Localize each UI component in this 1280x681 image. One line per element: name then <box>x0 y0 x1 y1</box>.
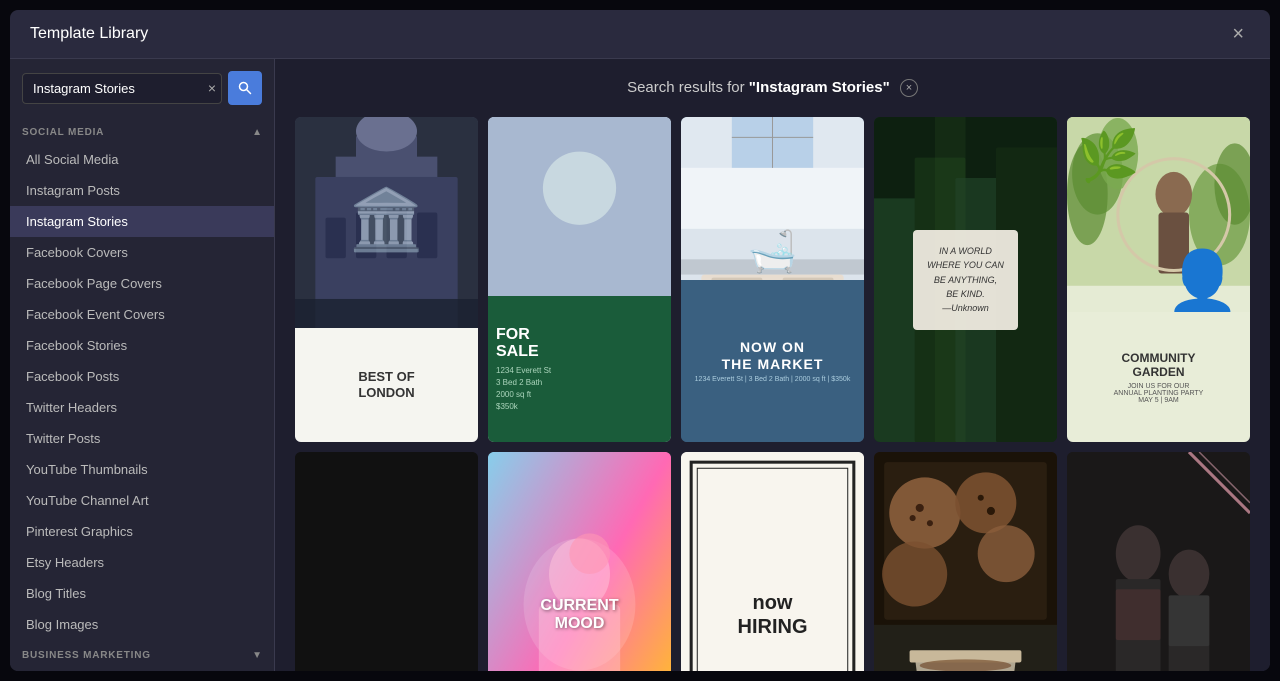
template-library-modal: Template Library × × <box>10 10 1270 671</box>
london-label: BEST OFLONDON <box>358 369 414 403</box>
nav-item-facebook-posts[interactable]: Facebook Posts <box>10 361 274 392</box>
nav-item-twitter-headers[interactable]: Twitter Headers <box>10 392 274 423</box>
social-media-label: SOCIAL MEDIA <box>22 127 104 138</box>
market-title: NOW ONTHE MARKET <box>722 339 824 373</box>
nav-item-blog-titles[interactable]: Blog Titles <box>10 578 274 609</box>
nav-item-youtube-thumbnails[interactable]: YouTube Thumbnails <box>10 454 274 485</box>
market-photo <box>681 117 864 280</box>
garden-title: COMMUNITYGARDEN <box>1075 351 1242 379</box>
search-clear-button[interactable]: × <box>208 81 216 95</box>
nav-item-instagram-posts[interactable]: Instagram Posts <box>10 175 274 206</box>
clear-search-results-button[interactable]: × <box>900 79 918 97</box>
template-card-london[interactable]: BEST OFLONDON <box>295 117 478 442</box>
garden-photo <box>1067 117 1250 312</box>
template-card-newalbum[interactable]: NEW ALBUM OUT NOW <box>295 452 478 671</box>
template-card-cookies[interactable] <box>874 452 1057 671</box>
main-content: Search results for "Instagram Stories" × <box>275 59 1270 671</box>
template-card-bekind[interactable]: IN A WORLDWHERE YOU CANBE ANYTHING,BE KI… <box>874 117 1057 442</box>
nav-item-pinterest-graphics[interactable]: Pinterest Graphics <box>10 516 274 547</box>
modal-header: Template Library × <box>10 10 1270 59</box>
close-button[interactable]: × <box>1226 22 1250 46</box>
business-marketing-label: BUSINESS MARKETING <box>22 650 151 661</box>
modal-body: × SOCIAL MEDIA ▲ All Social Media Ins <box>10 59 1270 671</box>
nav-item-etsy-headers[interactable]: Etsy Headers <box>10 547 274 578</box>
nav-item-facebook-stories[interactable]: Facebook Stories <box>10 330 274 361</box>
nav-item-youtube-channel-art[interactable]: YouTube Channel Art <box>10 485 274 516</box>
mood-label: CURRENTMOOD <box>540 597 618 633</box>
forsale-details: 1234 Everett St3 Bed 2 Bath2000 sq ft$35… <box>496 365 663 413</box>
business-marketing-section-header[interactable]: BUSINESS MARKETING ▼ <box>10 640 274 667</box>
search-icon <box>238 81 252 95</box>
mood-text: CURRENTMOOD <box>528 585 630 645</box>
template-grid: BEST OFLONDON <box>295 117 1250 671</box>
nav-item-facebook-page-covers[interactable]: Facebook Page Covers <box>10 268 274 299</box>
template-card-market[interactable]: NOW ONTHE MARKET 1234 Everett St | 3 Bed… <box>681 117 864 442</box>
modal-overlay: Template Library × × <box>0 0 1280 681</box>
hiring-text-container: nowHIRING <box>738 591 808 639</box>
london-photo <box>295 117 478 328</box>
results-query: "Instagram Stories" <box>749 79 890 96</box>
business-marketing-chevron: ▼ <box>252 650 262 661</box>
market-subtitle: 1234 Everett St | 3 Bed 2 Bath | 2000 sq… <box>695 376 851 383</box>
template-card-garden[interactable]: COMMUNITYGARDEN JOIN US FOR OURANNUAL PL… <box>1067 117 1250 442</box>
nav-item-twitter-posts[interactable]: Twitter Posts <box>10 423 274 454</box>
forsale-photo <box>488 117 671 296</box>
template-card-hiring[interactable]: nowHIRING <box>681 452 864 671</box>
template-card-fashion[interactable] <box>1067 452 1250 671</box>
search-wrapper: × <box>22 73 222 104</box>
bekind-quote-box: IN A WORLDWHERE YOU CANBE ANYTHING,BE KI… <box>913 230 1018 330</box>
template-card-forsale[interactable]: FORSALE 1234 Everett St3 Bed 2 Bath2000 … <box>488 117 671 442</box>
nav-item-all-social[interactable]: All Social Media <box>10 144 274 175</box>
garden-text: COMMUNITYGARDEN JOIN US FOR OURANNUAL PL… <box>1067 312 1250 442</box>
hiring-title: nowHIRING <box>738 591 808 639</box>
results-prefix: Search results for <box>627 79 749 96</box>
bekind-quote: IN A WORLDWHERE YOU CANBE ANYTHING,BE KI… <box>927 244 1004 316</box>
sidebar: × SOCIAL MEDIA ▲ All Social Media Ins <box>10 59 275 671</box>
market-text: NOW ONTHE MARKET 1234 Everett St | 3 Bed… <box>681 280 864 443</box>
search-button[interactable] <box>228 71 262 105</box>
nav-item-instagram-stories[interactable]: Instagram Stories <box>10 206 274 237</box>
nav-item-facebook-covers[interactable]: Facebook Covers <box>10 237 274 268</box>
forsale-title: FORSALE <box>496 326 663 361</box>
forsale-bottom: FORSALE 1234 Everett St3 Bed 2 Bath2000 … <box>488 296 671 442</box>
template-card-mood[interactable]: CURRENTMOOD <box>488 452 671 671</box>
search-input[interactable] <box>22 73 222 104</box>
modal-title: Template Library <box>30 25 148 43</box>
social-media-chevron: ▲ <box>252 127 262 138</box>
nav-item-facebook-event-covers[interactable]: Facebook Event Covers <box>10 299 274 330</box>
social-media-section-header[interactable]: SOCIAL MEDIA ▲ <box>10 117 274 144</box>
london-text: BEST OFLONDON <box>295 328 478 442</box>
search-results-header: Search results for "Instagram Stories" × <box>295 79 1250 97</box>
garden-sub: JOIN US FOR OURANNUAL PLANTING PARTYMAY … <box>1075 383 1242 404</box>
nav-item-blog-images[interactable]: Blog Images <box>10 609 274 640</box>
search-row: × <box>10 59 274 117</box>
